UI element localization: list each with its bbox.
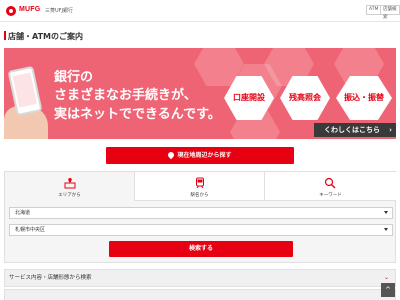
search-nearby-button[interactable]: 現在地周辺から探す — [106, 147, 294, 164]
mufg-logo-icon[interactable] — [6, 6, 16, 16]
logo-text[interactable]: MUFG — [19, 6, 40, 13]
banner-headline-1: 銀行の — [54, 70, 94, 85]
tab-station[interactable]: 駅名から — [135, 172, 265, 201]
page-title: 店舗・ATMのご案内 — [8, 32, 83, 41]
logo-subtitle[interactable]: 三菱UFJ銀行 — [45, 7, 73, 14]
hex-label: 残高照会 — [289, 93, 321, 102]
search-nearby-label: 現在地周辺から探す — [177, 152, 232, 159]
hex-transfer: 振込・振替 — [336, 76, 392, 120]
train-icon — [196, 177, 204, 189]
site-header: MUFG 三菱UFJ銀行 ATM 店舗検索 — [0, 0, 400, 22]
learn-more-label: くわしくはこちら — [324, 126, 380, 134]
banner-headline-2: さまざまなお手続きが、 — [54, 88, 197, 103]
area-map-icon — [64, 178, 76, 189]
arrow-right-icon: › — [389, 126, 392, 134]
prefecture-select[interactable]: 北海道 — [9, 207, 393, 219]
title-accent — [4, 31, 6, 40]
search-icon — [324, 177, 336, 189]
service-search-accordion[interactable]: サービス内容・店舗形態から検索 ⌄ — [4, 269, 396, 287]
promo-banner[interactable]: 銀行の さまざまなお手続きが、 実はネットでできるんです。 口座開設 残高照会 … — [4, 48, 396, 139]
tab-area-label: エリアから — [58, 193, 81, 198]
tab-keyword[interactable]: キーワード — [265, 172, 396, 201]
location-pin-icon — [167, 150, 176, 160]
secondary-accordion[interactable] — [4, 289, 396, 300]
dropdown-caret-icon — [384, 228, 388, 231]
learn-more-link[interactable]: くわしくはこちら › — [314, 123, 396, 137]
store-search-button[interactable]: 店舗検索 — [380, 5, 400, 20]
hex-label: 口座開設 — [233, 93, 265, 102]
banner-headline-3: 実はネットでできるんです。 — [54, 107, 221, 122]
back-to-top-button[interactable]: ^ — [381, 283, 395, 297]
city-value: 札幌市中央区 — [15, 227, 46, 233]
prefecture-value: 北海道 — [15, 210, 31, 216]
tab-station-label: 駅名から — [190, 193, 209, 198]
search-panel: エリアから 駅名から キーワード 北海道 札幌市中央区 検索する — [4, 171, 396, 263]
tab-keyword-label: キーワード — [319, 193, 342, 198]
search-button[interactable]: 検索する — [109, 241, 293, 257]
service-search-label: サービス内容・店舗形態から検索 — [9, 275, 92, 281]
phone-screen — [12, 72, 37, 108]
city-select[interactable]: 札幌市中央区 — [9, 224, 393, 236]
hex-label: 振込・振替 — [344, 93, 384, 102]
tab-area[interactable]: エリアから — [5, 172, 135, 201]
dropdown-caret-icon — [384, 211, 388, 214]
